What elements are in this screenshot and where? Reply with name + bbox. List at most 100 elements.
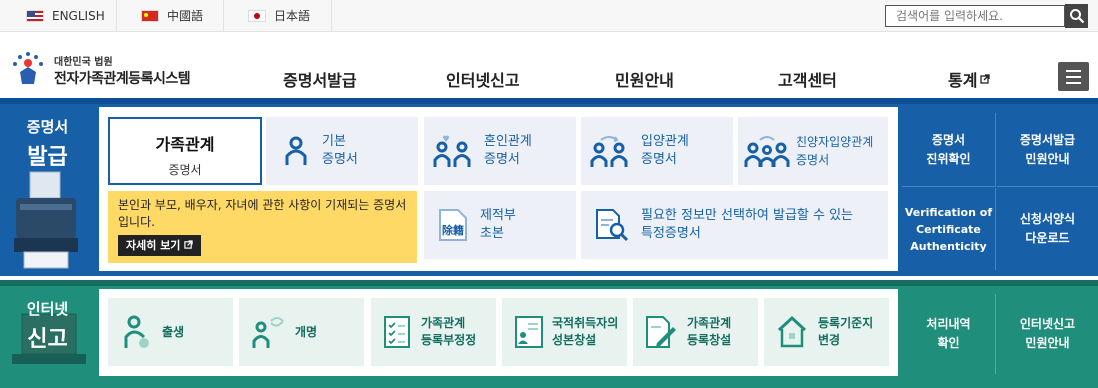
search-icon <box>1069 9 1084 24</box>
menu-icon-bar <box>1066 76 1081 78</box>
link-line1: 증명서발급 <box>1019 132 1076 147</box>
nav-issue[interactable]: 증명서발급 <box>283 67 357 91</box>
lang-chinese[interactable]: 中國語 <box>117 0 224 31</box>
surname-creation-tile[interactable]: 국적취득자의성본창설 <box>502 298 627 366</box>
certificate-verification-link[interactable]: 증명서진위확인 <box>902 113 996 187</box>
tile-line1: 혼인관계 <box>484 134 532 149</box>
register-correction-tile[interactable]: 가족관계등록부정정 <box>371 298 496 366</box>
us-flag-icon <box>26 9 44 22</box>
tile-line1: 친양자입양관계 <box>796 135 874 149</box>
nav-stats-label: 통계 <box>948 71 978 90</box>
menu-icon <box>1066 70 1081 72</box>
lang-label: 中國語 <box>167 9 204 23</box>
search-button[interactable] <box>1065 4 1088 28</box>
logo-subtitle: 대한민국 법원 <box>54 57 113 68</box>
tile-line2: 성본창설 <box>552 333 597 347</box>
link-line2: 민원안내 <box>1025 336 1070 350</box>
tile-line2: 증명서 <box>641 152 677 167</box>
tile-line2: 증명서 <box>484 152 520 167</box>
verification-english-link[interactable]: Verification of Certificate Authenticity <box>902 188 996 270</box>
family-icon <box>744 136 790 167</box>
tile-line2: 등록부정정 <box>421 333 477 347</box>
more-label: 자세히 보기 <box>126 239 181 252</box>
tile-line1: 제적부 <box>480 208 516 223</box>
basic-certificate-tile[interactable]: 기본증명서 <box>266 117 418 185</box>
link-line1: 증명서 <box>931 132 966 147</box>
court-logo[interactable] <box>10 50 46 86</box>
nav-report[interactable]: 인터넷신고 <box>446 67 520 91</box>
link-line3: Authenticity <box>910 239 987 253</box>
link-line2: Certificate <box>916 222 981 236</box>
report-heading-line2: 신고 <box>27 327 68 352</box>
baby-icon <box>124 315 149 348</box>
rename-report-tile[interactable]: 개명 <box>239 298 364 366</box>
external-link-icon <box>980 74 991 84</box>
tile-line1: 등록기준지 <box>818 316 874 330</box>
link-line2: 민원안내 <box>1025 151 1070 166</box>
document-search-icon <box>596 209 629 242</box>
menu-button[interactable] <box>1058 62 1089 91</box>
base-address-change-tile[interactable]: 등록기준지변경 <box>764 298 889 366</box>
band-accent <box>0 280 1098 286</box>
tile-line1: 입양관계 <box>641 134 689 149</box>
form-download-link[interactable]: 신청서양식다운로드 <box>997 188 1098 270</box>
tile-line2: 등록창설 <box>687 333 732 347</box>
rename-icon <box>252 317 284 348</box>
more-button[interactable]: 자세히 보기 <box>118 235 202 256</box>
certificate-guide-link[interactable]: 증명서발급민원안내 <box>997 113 1098 187</box>
adoption-icon <box>590 136 628 167</box>
report-heading: 인터넷 신고 <box>0 298 95 353</box>
link-line1: Verification of <box>904 205 993 219</box>
cn-flag-icon <box>141 9 159 22</box>
specific-certificate-tile[interactable]: 필요한 정보만 선택하여 발급할 수 있는특정증명서 <box>581 191 888 259</box>
svg-text:除籍: 除籍 <box>442 223 464 237</box>
nav-civil[interactable]: 민원안내 <box>615 67 674 91</box>
nav-stats[interactable]: 통계 <box>948 67 991 91</box>
issue-heading-line2: 발급 <box>27 145 68 170</box>
report-guide-link[interactable]: 인터넷신고 민원안내 <box>997 294 1098 374</box>
top-bar: ENGLISH 中國語 日本語 <box>0 0 1098 32</box>
register-creation-tile[interactable]: 가족관계 등록창설 <box>633 298 758 366</box>
family-certificate-tile[interactable]: 가족관계 증명서 <box>108 117 262 185</box>
couple-icon <box>433 135 471 167</box>
tile-line1: 기본 <box>322 134 346 149</box>
id-card-icon <box>515 316 543 348</box>
tile-line2: 특정증명서 <box>641 226 701 241</box>
tile-line1: 국적취득자의 <box>552 316 619 330</box>
logo-title[interactable]: 전자가족관계등록시스템 <box>54 68 191 88</box>
tile-line1: 가족관계 <box>421 316 466 330</box>
tile-title: 가족관계 <box>155 135 215 154</box>
certificate-description: 본인과 부모, 배우자, 자녀에 관한 사항이 기재되는 증명서입니다. 자세히… <box>108 191 417 263</box>
jp-flag-icon <box>248 9 266 22</box>
link-line2: 진위확인 <box>926 151 971 166</box>
birth-report-tile[interactable]: 출생 <box>108 298 233 366</box>
tile-line2: 증명서 <box>322 152 358 167</box>
register-icon: 除籍 <box>439 209 467 241</box>
link-line2: 다운로드 <box>1025 231 1070 245</box>
marriage-certificate-tile[interactable]: 혼인관계증명서 <box>424 117 576 185</box>
lang-english[interactable]: ENGLISH <box>0 0 117 31</box>
adoption-certificate-tile[interactable]: 입양관계증명서 <box>581 117 733 185</box>
lang-label: 日本語 <box>274 9 311 23</box>
full-adoption-certificate-tile[interactable]: 친양자입양관계증명서 <box>738 117 888 185</box>
search-input[interactable] <box>885 5 1065 27</box>
tile-line1: 필요한 정보만 선택하여 발급할 수 있는 <box>641 208 854 223</box>
issue-heading-line1: 증명서 <box>26 118 69 136</box>
nav-customer[interactable]: 고객센터 <box>778 67 837 91</box>
external-link-icon <box>184 240 193 249</box>
printer-illustration <box>14 171 78 269</box>
header: 대한민국 법원 전자가족관계등록시스템 증명서발급 인터넷신고 민원안내 고객센… <box>0 32 1098 98</box>
process-status-link[interactable]: 처리내역 확인 <box>902 294 996 374</box>
tile-line2: 증명서 <box>796 153 830 167</box>
band-accent <box>0 98 1098 104</box>
lang-japanese[interactable]: 日本語 <box>224 0 332 31</box>
link-line1: 신청서양식 <box>1019 212 1076 226</box>
removed-register-tile[interactable]: 除籍 제적부 초본 <box>424 191 576 259</box>
menu-icon-bar <box>1066 82 1081 84</box>
checklist-icon <box>384 316 410 348</box>
description-text: 본인과 부모, 배우자, 자녀에 관한 사항이 기재되는 증명서입니다. <box>118 198 407 229</box>
tile-subtitle: 증명서 <box>168 163 202 177</box>
link-line2: 확인 <box>937 336 960 350</box>
tile-line2: 변경 <box>818 333 841 347</box>
person-icon <box>285 136 307 165</box>
